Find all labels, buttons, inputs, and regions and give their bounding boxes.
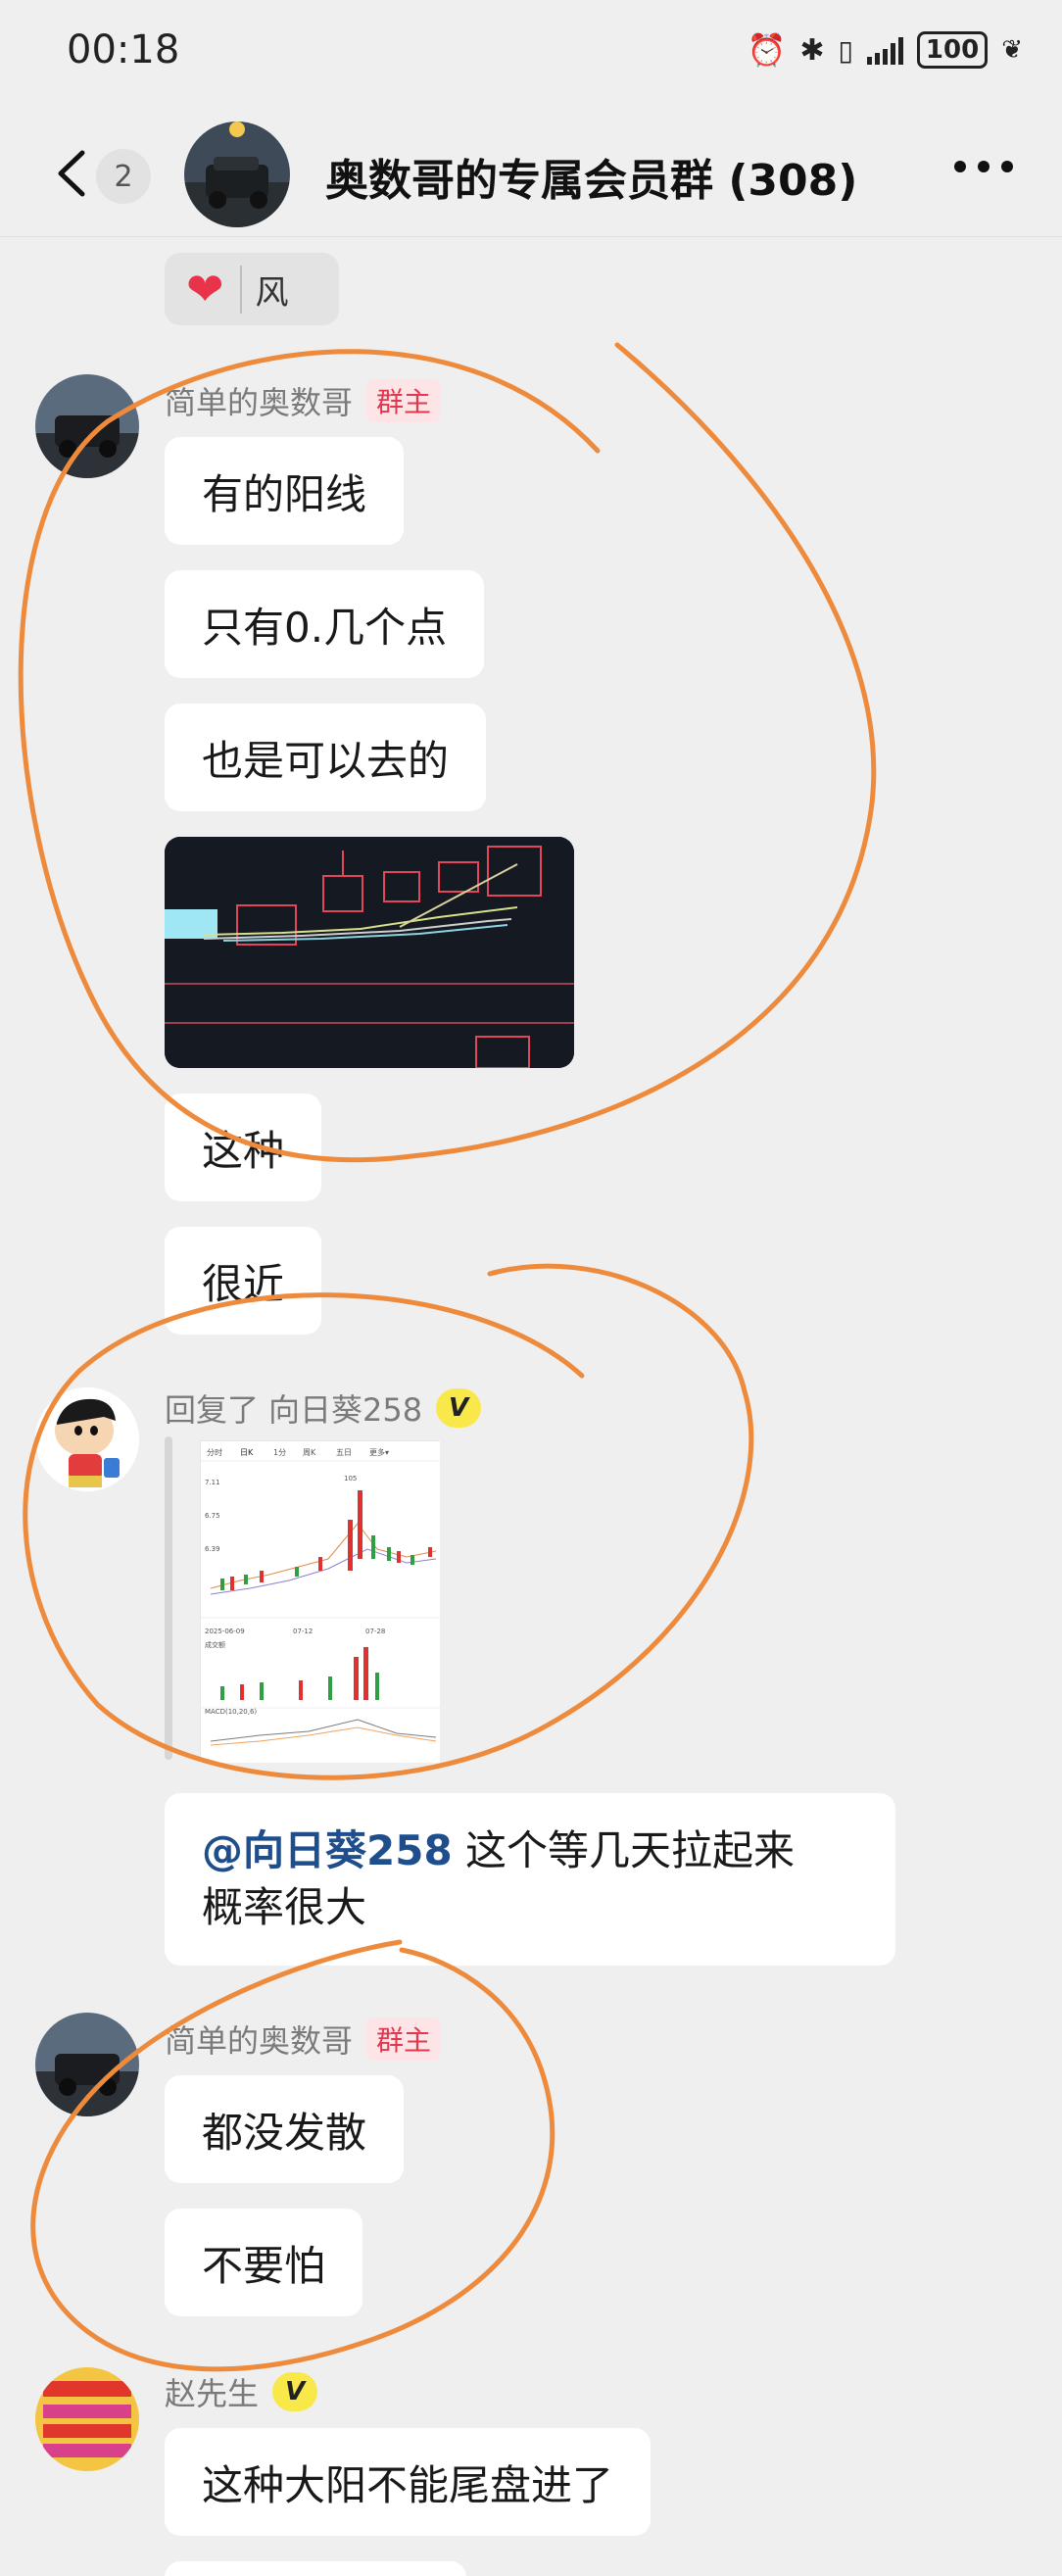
vip-badge: V: [436, 1388, 482, 1428]
chevron-left-icon[interactable]: [53, 149, 88, 198]
quoted-message[interactable]: 分时 日K 1分 周K 五日 更多▾ 7.11 6.75 6.39 105 20…: [165, 1433, 440, 1766]
message-bubble[interactable]: 都没发散: [165, 2075, 405, 2183]
message-bubble[interactable]: 也是可以去的: [165, 704, 487, 811]
sender-name: 赵先生 V: [165, 2369, 318, 2414]
chart-label: 6.75: [205, 1512, 220, 1520]
leaf-icon: ❦: [1001, 35, 1023, 65]
chart-tab: 五日: [336, 1448, 352, 1457]
message-bubble[interactable]: 这种大阳不能尾盘进了: [165, 2428, 652, 2536]
more-dots-icon[interactable]: [954, 161, 1013, 172]
chart-label: 2025-06-09: [205, 1628, 245, 1635]
message-bubble[interactable]: 很近: [165, 1227, 322, 1335]
sender-label: 简单的奥数哥: [165, 2022, 354, 2060]
alarm-icon: ⏰: [747, 31, 787, 69]
mention-link[interactable]: @向日葵258: [202, 1826, 453, 1874]
bluetooth-icon: ✱: [799, 32, 825, 68]
sender-name: 简单的奥数哥 群主: [165, 2017, 442, 2062]
signal-icon: [866, 35, 903, 65]
message-bubble[interactable]: 这种: [165, 1094, 322, 1201]
status-bar: 00:18 ⏰ ✱ ▯ 100 ❦: [0, 0, 1062, 110]
chart-tab: 分时: [207, 1447, 222, 1457]
sender-label: 向日葵258: [268, 1391, 423, 1429]
chart-label: 6.39: [205, 1545, 220, 1553]
sender-name: 简单的奥数哥 群主: [165, 378, 442, 423]
sender-label: 赵先生: [165, 2375, 260, 2412]
message-text: 概率很大: [202, 1883, 367, 1931]
message-bubble[interactable]: @向日葵258 这个等几天拉起来 概率很大: [165, 1793, 895, 1966]
chart-label: 07-12: [293, 1628, 313, 1635]
reaction-chip[interactable]: ❤ 风: [165, 253, 339, 325]
chart-tab: 周K: [303, 1448, 316, 1457]
avatar[interactable]: [35, 374, 139, 478]
chart-label: 07-28: [365, 1628, 385, 1635]
chart-label: 成交额: [205, 1640, 225, 1649]
battery-icon: 100: [916, 31, 989, 69]
sender-name: 回复了 向日葵258 V: [165, 1385, 482, 1431]
reply-prefix: 回复了: [165, 1391, 260, 1429]
message-text: 这个等几天拉起来: [452, 1826, 796, 1874]
avatar[interactable]: [35, 2367, 139, 2471]
role-tag: 群主: [366, 2017, 442, 2061]
sender-label: 简单的奥数哥: [165, 384, 354, 421]
quoted-chart-image[interactable]: 分时 日K 1分 周K 五日 更多▾ 7.11 6.75 6.39 105 20…: [200, 1440, 440, 1763]
role-tag: 群主: [366, 379, 442, 422]
message-bubble[interactable]: 只有0.几个点: [165, 570, 485, 678]
avatar[interactable]: [35, 2013, 139, 2116]
heart-icon: ❤: [186, 263, 224, 316]
annotation-overlay: [18, 342, 877, 2372]
status-time: 00:18: [67, 27, 180, 73]
chart-photo-message[interactable]: [165, 837, 574, 1068]
chart-label: 7.11: [205, 1479, 220, 1486]
reaction-user: 风: [239, 265, 289, 314]
status-icons: ⏰ ✱ ▯ 100 ❦: [748, 31, 1023, 69]
chart-tab: 日K: [240, 1448, 254, 1457]
group-avatar[interactable]: [184, 122, 290, 227]
chart-label: MACD(10,20,6): [205, 1708, 257, 1716]
mention-line: @向日葵258 这个等几天拉起来: [202, 1823, 795, 1879]
message-bubble-partial[interactable]: [165, 2561, 466, 2576]
chat-header: 2 奥数哥的专属会员群 (308): [0, 110, 1062, 237]
vibrate-icon: ▯: [838, 33, 853, 67]
unread-badge[interactable]: 2: [96, 149, 151, 204]
chart-tab: 更多▾: [369, 1447, 389, 1457]
message-bubble[interactable]: 有的阳线: [165, 437, 405, 545]
message-bubble[interactable]: 不要怕: [165, 2209, 363, 2316]
group-title: 奥数哥的专属会员群 (308): [325, 156, 858, 206]
chart-label: 105: [344, 1475, 357, 1482]
avatar[interactable]: [35, 1387, 139, 1491]
chart-tab: 1分: [273, 1448, 286, 1457]
quote-bar: [165, 1436, 172, 1760]
vip-badge: V: [272, 2372, 318, 2411]
